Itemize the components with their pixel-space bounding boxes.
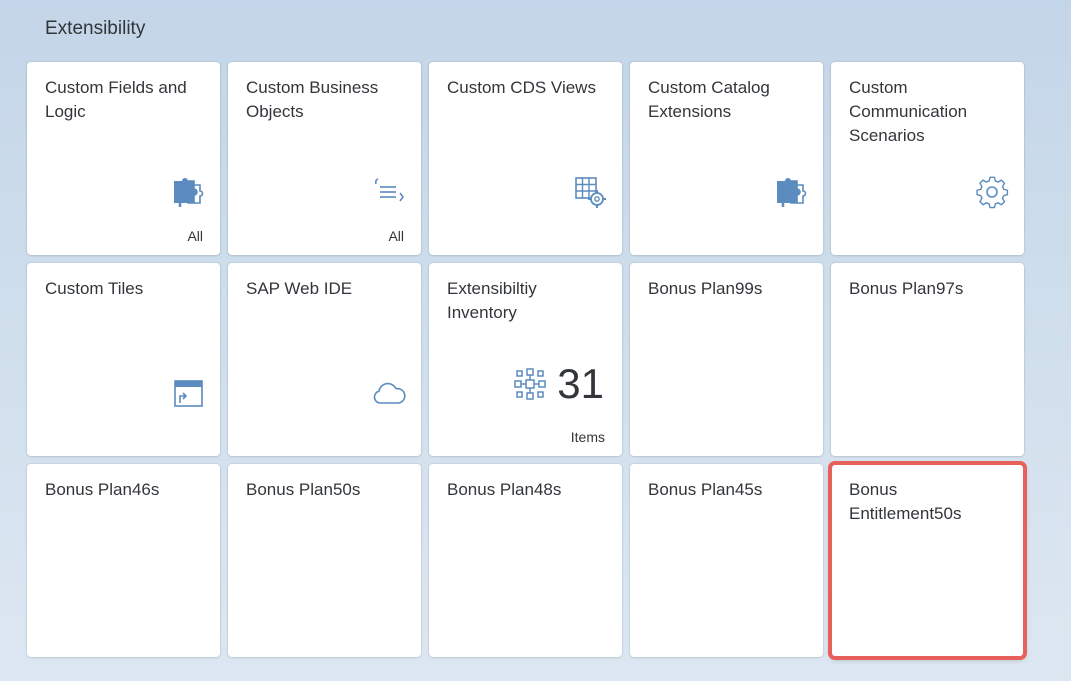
- cloud-icon: [371, 375, 407, 411]
- tile-title: Custom CDS Views: [447, 78, 596, 97]
- tile-title: Bonus Plan99s: [648, 279, 763, 298]
- kpi: 31: [513, 359, 604, 409]
- section-title: Extensibility: [45, 18, 146, 39]
- tile-custom-communication-scenarios[interactable]: Custom Communication Scenarios: [831, 62, 1024, 255]
- tile-extensibility-inventory[interactable]: Extensibiltiy Inventory 31 Items: [429, 263, 622, 456]
- tile-title: Custom Communication Scenarios: [849, 78, 968, 145]
- tile-title: Custom Fields and Logic: [45, 78, 187, 121]
- tile-custom-fields-and-logic[interactable]: Custom Fields and Logic All: [27, 62, 220, 255]
- tile-footer: All: [388, 228, 404, 244]
- puzzle-icon: [773, 174, 809, 210]
- tile-custom-catalog-extensions[interactable]: Custom Catalog Extensions: [630, 62, 823, 255]
- tile-launch-icon: [170, 375, 206, 411]
- tile-bonus-entitlement50s[interactable]: Bonus Entitlement50s: [828, 461, 1027, 660]
- tile-bonus-plan45s[interactable]: Bonus Plan45s: [630, 464, 823, 657]
- tile-title: Bonus Plan97s: [849, 279, 964, 298]
- tile-footer: Items: [570, 429, 605, 445]
- tile-bonus-plan46s[interactable]: Bonus Plan46s: [27, 464, 220, 657]
- tile-custom-tiles[interactable]: Custom Tiles: [27, 263, 220, 456]
- tile-bonus-plan48s[interactable]: Bonus Plan48s: [429, 464, 622, 657]
- tile-title: Custom Catalog Extensions: [648, 78, 770, 121]
- gear-icon: [974, 174, 1010, 210]
- tile-title: Bonus Plan50s: [246, 480, 361, 499]
- tile-title: Bonus Plan45s: [648, 480, 763, 499]
- tile-custom-business-objects[interactable]: Custom Business Objects All: [228, 62, 421, 255]
- tile-sap-web-ide[interactable]: SAP Web IDE: [228, 263, 421, 456]
- tile-title: SAP Web IDE: [246, 279, 353, 298]
- list-expand-icon: [371, 174, 407, 210]
- tile-title: Bonus Entitlement50s: [849, 480, 962, 523]
- tile-footer: All: [187, 228, 203, 244]
- network-icon: [513, 367, 547, 401]
- tile-bonus-plan99s[interactable]: Bonus Plan99s: [630, 263, 823, 456]
- tile-title: Bonus Plan48s: [447, 480, 562, 499]
- tile-grid: Custom Fields and Logic All Custom Busin…: [27, 62, 1027, 660]
- kpi-value: 31: [557, 360, 604, 407]
- tile-title: Custom Tiles: [45, 279, 144, 298]
- tile-title: Extensibiltiy Inventory: [447, 279, 537, 322]
- puzzle-icon: [170, 174, 206, 210]
- tile-bonus-plan50s[interactable]: Bonus Plan50s: [228, 464, 421, 657]
- tile-bonus-plan97s[interactable]: Bonus Plan97s: [831, 263, 1024, 456]
- tile-custom-cds-views[interactable]: Custom CDS Views: [429, 62, 622, 255]
- tile-title: Bonus Plan46s: [45, 480, 160, 499]
- table-settings-icon: [572, 174, 608, 210]
- tile-title: Custom Business Objects: [246, 78, 379, 121]
